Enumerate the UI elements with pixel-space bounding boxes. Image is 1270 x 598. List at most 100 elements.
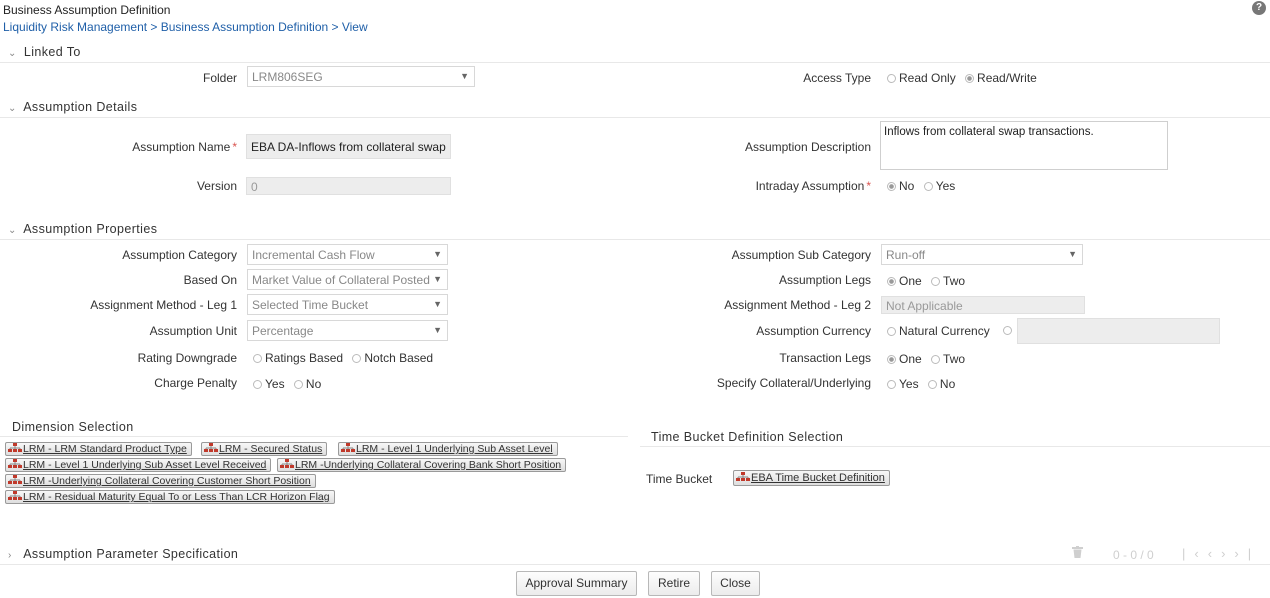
assignment-method-leg2-field[interactable]: Not Applicable [881,296,1085,314]
dimension-chip[interactable]: LRM - Secured Status [201,442,328,456]
dimension-chip[interactable]: LRM -Underlying Collateral Covering Bank… [277,458,567,472]
first-page-icon[interactable]: |‹ [1182,546,1208,561]
dimension-chip[interactable]: LRM - Level 1 Underlying Sub Asset Level [338,442,558,456]
chip-label: LRM -Underlying Collateral Covering Cust… [23,475,311,487]
radio-ratings-based[interactable]: Ratings Based [253,351,343,365]
next-page-icon[interactable]: › [1221,546,1234,561]
pager-controls: |‹‹››| [1182,546,1260,561]
radio-selected-icon [887,355,896,364]
radio-label: Read Only [899,71,956,85]
chip-label: LRM - Residual Maturity Equal To or Less… [23,491,330,503]
retire-button[interactable]: Retire [648,571,700,596]
time-bucket-selection-title: Time Bucket Definition Selection [651,430,844,444]
radio-penalty-no[interactable]: No [293,377,321,391]
radio-icon [923,182,933,191]
dropdown-arrow-icon: ▼ [433,274,442,284]
radio-icon [887,327,896,336]
dimension-chip[interactable]: LRM - LRM Standard Product Type [5,442,192,456]
assumption-currency-radios: Natural Currency [887,324,996,338]
assumption-description-label: Assumption Description [744,140,871,154]
radio-legs-one[interactable]: One [887,274,922,288]
trash-icon[interactable] [1072,546,1083,558]
intraday-radios: No Yes [887,179,961,193]
radio-icon [352,354,362,363]
hierarchy-icon [280,459,294,468]
radio-label: No [899,179,915,193]
radio-transaction-two[interactable]: Two [931,352,965,366]
close-button[interactable]: Close [711,571,760,596]
section-assumption-details[interactable]: ⌄ Assumption Details [8,100,137,114]
radio-label: Notch Based [364,351,434,365]
dimension-chip[interactable]: LRM - Residual Maturity Equal To or Less… [5,490,335,504]
assumption-name-field[interactable]: EBA DA-Inflows from collateral swap [246,134,451,159]
section-assumption-properties[interactable]: ⌄ Assumption Properties [8,222,157,236]
radio-collateral-yes[interactable]: Yes [887,377,919,391]
radio-intraday-yes[interactable]: Yes [923,179,955,193]
radio-intraday-no[interactable]: No [887,179,914,193]
assignment-method-leg1-label: Assignment Method - Leg 1 [90,298,237,312]
access-type-radios: Read Only Read/Write [887,71,1043,85]
radio-label: Yes [899,377,919,391]
dimension-chip[interactable]: LRM - Level 1 Underlying Sub Asset Level… [5,458,272,472]
assumption-category-select[interactable]: Incremental Cash Flow ▼ [247,244,448,265]
radio-icon [253,380,262,389]
folder-value: LRM806SEG [252,70,323,84]
prev-page-icon[interactable]: ‹ [1208,546,1221,561]
chevron-down-icon: ⌄ [8,103,17,114]
radio-read-only[interactable]: Read Only [887,71,956,85]
assumption-currency-label: Assumption Currency [756,324,871,338]
radio-notch-based[interactable]: Notch Based [352,351,433,365]
radio-collateral-no[interactable]: No [927,377,955,391]
divider [0,436,628,437]
select-value: Run-off [886,248,926,262]
chip-label: EBA Time Bucket Definition [751,472,885,484]
chevron-right-icon: › [8,550,12,561]
folder-select[interactable]: LRM806SEG ▼ [247,66,475,87]
hierarchy-icon [736,472,750,481]
help-icon[interactable]: ? [1252,1,1266,15]
radio-label: Two [943,352,966,366]
select-value: Incremental Cash Flow [252,248,375,262]
dimension-chip[interactable]: LRM -Underlying Collateral Covering Cust… [5,474,316,488]
section-title: Linked To [23,45,81,59]
based-on-select[interactable]: Market Value of Collateral Posted ▼ [247,269,448,290]
dropdown-arrow-icon: ▼ [433,299,442,309]
radio-other-currency[interactable] [1003,326,1012,335]
assumption-unit-select[interactable]: Percentage ▼ [247,320,448,341]
time-bucket-chip[interactable]: EBA Time Bucket Definition [733,470,890,486]
last-page-icon[interactable]: ›| [1234,546,1260,561]
radio-label: One [899,274,922,288]
required-marker: * [866,179,871,193]
section-title: Assumption Parameter Specification [23,547,239,561]
transaction-legs-radios: One Two [887,352,971,366]
charge-penalty-label: Charge Penalty [154,376,237,390]
assumption-legs-label: Assumption Legs [778,273,871,287]
radio-legs-two[interactable]: Two [931,274,965,288]
radio-transaction-one[interactable]: One [887,352,922,366]
radio-icon [293,380,303,389]
chip-label: LRM - Level 1 Underlying Sub Asset Level… [23,459,267,471]
folder-label: Folder [202,71,237,85]
page-title: Business Assumption Definition [3,3,171,17]
radio-penalty-yes[interactable]: Yes [253,377,285,391]
radio-natural-currency[interactable]: Natural Currency [887,324,990,338]
breadcrumb[interactable]: Liquidity Risk Management > Business Ass… [3,20,368,34]
radio-icon [887,380,896,389]
assignment-method-leg2-label: Assignment Method - Leg 2 [724,298,871,312]
charge-penalty-radios: Yes No [253,377,327,391]
radio-selected-icon [887,277,896,286]
assignment-method-leg1-select[interactable]: Selected Time Bucket ▼ [247,294,448,315]
radio-read-write[interactable]: Read/Write [965,71,1037,85]
assumption-sub-category-select[interactable]: Run-off ▼ [881,244,1083,265]
radio-label: Natural Currency [899,324,990,338]
divider [0,564,1270,565]
approval-summary-button[interactable]: Approval Summary [516,571,637,596]
select-value: Selected Time Bucket [252,298,369,312]
radio-label: One [899,352,922,366]
currency-input[interactable] [1017,318,1220,344]
section-parameter-specification[interactable]: › Assumption Parameter Specification [8,547,238,561]
assumption-description-field[interactable]: Inflows from collateral swap transaction… [880,121,1168,170]
section-linked-to[interactable]: ⌄ Linked To [8,45,81,59]
version-field[interactable]: 0 [246,177,451,195]
hierarchy-icon [8,443,22,452]
